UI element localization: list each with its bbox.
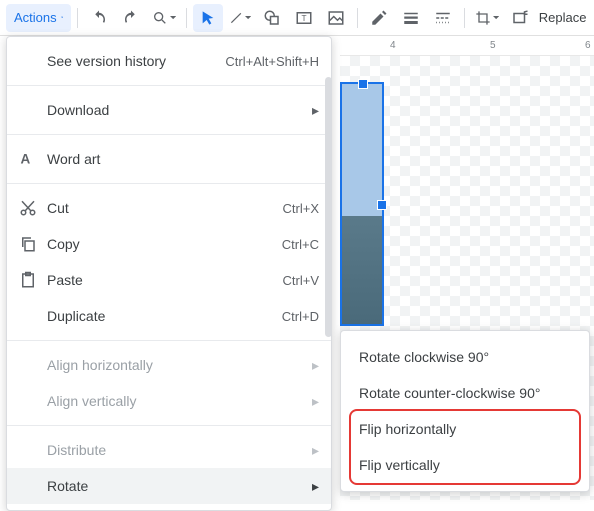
menu-item-cut[interactable]: Cut Ctrl+X	[7, 190, 331, 226]
menu-item-copy[interactable]: Copy Ctrl+C	[7, 226, 331, 262]
horizontal-ruler: 4 5 6	[340, 36, 594, 56]
menu-label: Cut	[47, 200, 273, 216]
submenu-label: Flip vertically	[359, 457, 440, 473]
submenu-item-flip-horizontally[interactable]: Flip horizontally	[341, 411, 589, 447]
reset-image-button[interactable]	[505, 4, 535, 32]
actions-menu: See version history Ctrl+Alt+Shift+H Dow…	[6, 36, 332, 511]
select-tool-button[interactable]	[193, 4, 223, 32]
copy-icon	[19, 235, 47, 253]
submenu-item-rotate-cw[interactable]: Rotate clockwise 90°	[341, 339, 589, 375]
menu-label: Copy	[47, 236, 272, 252]
menu-item-download[interactable]: Download ▸	[7, 92, 331, 128]
menu-label: Word art	[47, 151, 319, 167]
menu-shortcut: Ctrl+X	[283, 201, 319, 216]
menu-item-distribute: Distribute ▸	[7, 432, 331, 468]
border-color-button[interactable]	[364, 4, 394, 32]
redo-button[interactable]	[116, 4, 146, 32]
menu-label: Align horizontally	[47, 357, 312, 373]
toolbar-separator	[77, 8, 78, 28]
submenu-label: Flip horizontally	[359, 421, 456, 437]
toolbar-separator	[186, 8, 187, 28]
submenu-arrow-icon: ▸	[312, 393, 319, 410]
menu-divider	[7, 134, 331, 135]
border-dash-button[interactable]	[428, 4, 458, 32]
shape-icon	[263, 9, 281, 27]
replace-image-button[interactable]: Replace	[537, 4, 588, 32]
menu-label: Download	[47, 102, 312, 118]
crop-button[interactable]	[471, 4, 503, 32]
submenu-label: Rotate counter-clockwise 90°	[359, 385, 540, 401]
submenu-arrow-icon: ▸	[312, 102, 319, 119]
undo-icon	[90, 9, 108, 27]
actions-label: Actions	[14, 10, 57, 25]
cut-icon	[19, 199, 47, 217]
submenu-arrow-icon: ▸	[312, 478, 319, 495]
menu-item-rotate[interactable]: Rotate ▸	[7, 468, 331, 504]
chevron-down-icon	[170, 16, 176, 20]
textbox-icon: T	[295, 9, 313, 27]
paste-icon	[19, 271, 47, 289]
svg-text:T: T	[302, 14, 307, 23]
line-weight-icon	[402, 9, 420, 27]
menu-label: Duplicate	[47, 308, 272, 324]
crop-icon	[475, 9, 491, 27]
menu-item-paste[interactable]: Paste Ctrl+V	[7, 262, 331, 298]
menu-shortcut: Ctrl+V	[283, 273, 319, 288]
line-dash-icon	[434, 9, 452, 27]
chevron-down-icon	[61, 15, 63, 20]
selected-image[interactable]	[340, 82, 384, 326]
menu-label: Align vertically	[47, 393, 312, 409]
zoom-icon	[152, 9, 168, 27]
submenu-label: Rotate clockwise 90°	[359, 349, 489, 365]
replace-label: Replace	[539, 10, 587, 25]
menu-divider	[7, 85, 331, 86]
zoom-button[interactable]	[148, 4, 180, 32]
line-icon	[229, 10, 243, 26]
wordart-icon: A	[19, 150, 47, 168]
border-weight-button[interactable]	[396, 4, 426, 32]
pencil-icon	[370, 9, 388, 27]
cursor-icon	[200, 10, 216, 26]
menu-shortcut: Ctrl+C	[282, 237, 319, 252]
menu-shortcut: Ctrl+D	[282, 309, 319, 324]
submenu-arrow-icon: ▸	[312, 442, 319, 459]
ruler-tick: 6	[585, 40, 591, 51]
image-icon	[327, 9, 345, 27]
menu-label: Distribute	[47, 442, 312, 458]
submenu-arrow-icon: ▸	[312, 357, 319, 374]
redo-icon	[122, 9, 140, 27]
line-tool-button[interactable]	[225, 4, 255, 32]
ruler-tick: 5	[490, 40, 496, 51]
rotate-submenu: Rotate clockwise 90° Rotate counter-cloc…	[340, 330, 590, 492]
undo-button[interactable]	[84, 4, 114, 32]
menu-divider	[7, 340, 331, 341]
actions-menu-button[interactable]: Actions	[6, 4, 71, 32]
reset-image-icon	[511, 9, 529, 27]
shape-tool-button[interactable]	[257, 4, 287, 32]
svg-text:A: A	[21, 152, 31, 167]
menu-label: Paste	[47, 272, 273, 288]
chevron-down-icon	[245, 16, 251, 20]
menu-item-wordart[interactable]: A Word art	[7, 141, 331, 177]
toolbar-separator	[357, 8, 358, 28]
toolbar-separator	[464, 8, 465, 28]
chevron-down-icon	[493, 16, 499, 20]
ruler-tick: 4	[390, 40, 396, 51]
menu-divider	[7, 183, 331, 184]
menu-item-version-history[interactable]: See version history Ctrl+Alt+Shift+H	[7, 43, 331, 79]
menu-item-duplicate[interactable]: Duplicate Ctrl+D	[7, 298, 331, 334]
menu-item-align-horizontally: Align horizontally ▸	[7, 347, 331, 383]
submenu-item-flip-vertically[interactable]: Flip vertically	[341, 447, 589, 483]
menu-label: See version history	[47, 53, 215, 69]
menu-label: Rotate	[47, 478, 312, 494]
submenu-item-rotate-ccw[interactable]: Rotate counter-clockwise 90°	[341, 375, 589, 411]
textbox-tool-button[interactable]: T	[289, 4, 319, 32]
toolbar: Actions T Replac	[0, 0, 594, 36]
image-tool-button[interactable]	[321, 4, 351, 32]
menu-scrollbar[interactable]	[325, 77, 332, 337]
menu-divider	[7, 425, 331, 426]
menu-item-align-vertically: Align vertically ▸	[7, 383, 331, 419]
menu-shortcut: Ctrl+Alt+Shift+H	[225, 54, 319, 69]
